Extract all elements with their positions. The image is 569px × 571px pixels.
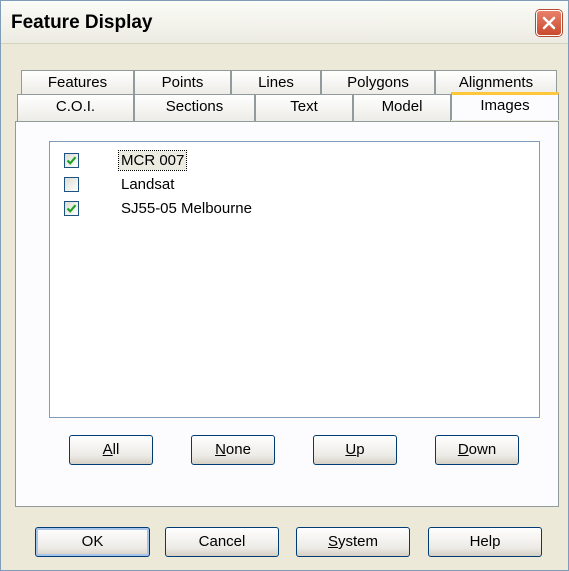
all-button-label: ll bbox=[112, 441, 120, 458]
help-button[interactable]: Help bbox=[428, 527, 542, 557]
tab-lines[interactable]: Lines bbox=[231, 70, 321, 95]
checkbox-sj55-05-melbourne[interactable] bbox=[64, 201, 79, 216]
tab-features[interactable]: Features bbox=[21, 70, 134, 95]
checkmark-icon bbox=[66, 204, 77, 213]
system-button[interactable]: System bbox=[296, 527, 410, 557]
close-icon bbox=[542, 16, 556, 30]
tab-polygons[interactable]: Polygons bbox=[321, 70, 435, 95]
system-button-mnemonic: S bbox=[327, 533, 338, 550]
tab-coi[interactable]: C.O.I. bbox=[17, 94, 134, 122]
down-button-label: own bbox=[468, 441, 497, 458]
up-button[interactable]: Up bbox=[313, 435, 397, 465]
window-title: Feature Display bbox=[11, 12, 153, 33]
system-button-label: ystem bbox=[338, 533, 379, 550]
images-listbox[interactable]: MCR 007 Landsat SJ55-05 Melbourne bbox=[49, 141, 540, 418]
tab-points[interactable]: Points bbox=[134, 70, 231, 95]
feature-display-dialog: Feature Display Features Points Lines Po… bbox=[0, 0, 569, 571]
cancel-button[interactable]: Cancel bbox=[165, 527, 279, 557]
down-button[interactable]: Down bbox=[435, 435, 519, 465]
up-button-label: p bbox=[356, 441, 365, 458]
checkbox-landsat[interactable] bbox=[64, 177, 79, 192]
checkmark-icon bbox=[66, 156, 77, 165]
none-button[interactable]: None bbox=[191, 435, 275, 465]
tab-model[interactable]: Model bbox=[353, 94, 451, 122]
up-button-mnemonic: U bbox=[345, 441, 357, 458]
title-bar: Feature Display bbox=[1, 1, 568, 44]
tab-control: Features Points Lines Polygons Alignment… bbox=[15, 65, 559, 527]
list-item-label: SJ55-05 Melbourne bbox=[121, 200, 252, 217]
tab-images[interactable]: Images bbox=[451, 92, 559, 120]
none-button-label: one bbox=[225, 441, 251, 458]
checkbox-mcr-007[interactable] bbox=[64, 153, 79, 168]
list-item-label: MCR 007 bbox=[117, 150, 188, 171]
tab-sections[interactable]: Sections bbox=[134, 94, 255, 122]
ok-button[interactable]: OK bbox=[35, 527, 150, 557]
down-button-mnemonic: D bbox=[457, 441, 469, 458]
all-button[interactable]: All bbox=[69, 435, 153, 465]
none-button-mnemonic: N bbox=[215, 441, 226, 458]
all-button-mnemonic: A bbox=[102, 441, 113, 458]
close-button[interactable] bbox=[536, 10, 562, 36]
list-item-label: Landsat bbox=[121, 176, 175, 193]
tab-text[interactable]: Text bbox=[255, 94, 353, 122]
